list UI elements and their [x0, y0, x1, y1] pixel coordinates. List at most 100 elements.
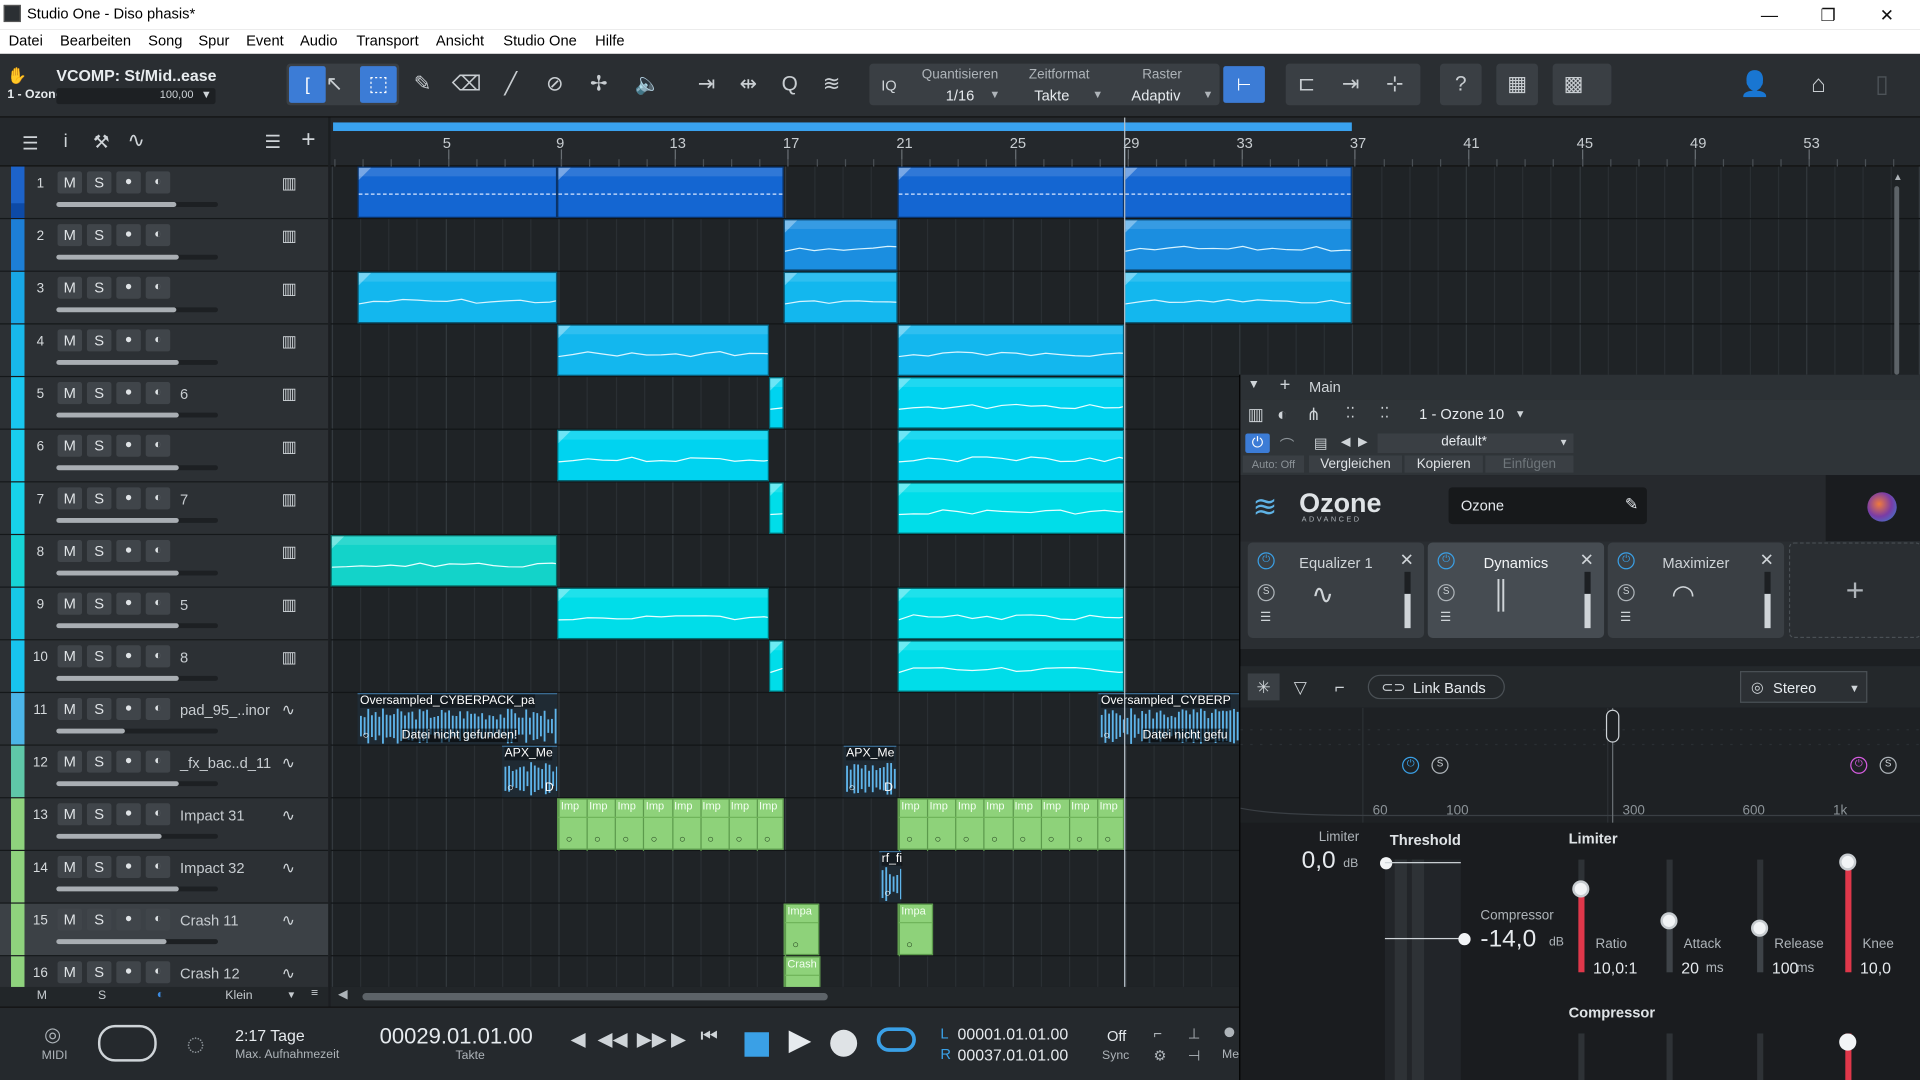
eq-mode-icon[interactable]: ✳ [1247, 673, 1280, 701]
footer-s-button[interactable]: S [98, 989, 106, 1002]
clip-gain-icon[interactable]: ○ [792, 938, 799, 950]
track-name[interactable]: pad_95_..inor [180, 702, 270, 719]
assistant-orb-icon[interactable] [1867, 492, 1897, 522]
crossover-display[interactable]: ⏻ S ⏻ S 60 100 300 600 1k [1240, 707, 1920, 823]
preset-prev-icon[interactable]: ◀ [1341, 436, 1350, 449]
clip-gain-icon[interactable]: ○ [679, 833, 686, 845]
monitor-icon[interactable]: ◐ [145, 487, 171, 510]
mute-button[interactable]: M [57, 961, 83, 984]
sync-state[interactable]: Off [1107, 1027, 1126, 1044]
automation-icon[interactable]: ⌒ [1280, 435, 1295, 456]
instrument-clip[interactable] [768, 482, 784, 534]
insert-select[interactable]: 1 - Ozone 10 [1419, 405, 1504, 422]
record-arm-icon[interactable]: ● [116, 855, 141, 878]
track-row[interactable]: 7 M S ● ◐ 7 ▥ [0, 482, 329, 536]
solo-button[interactable]: S [86, 487, 112, 510]
list-icon[interactable]: ☰ [264, 131, 280, 153]
track-row[interactable]: 9 M S ● ◐ 5 ▥ [0, 587, 329, 641]
paste-button[interactable]: Einfügen [1485, 455, 1574, 473]
metronome-dot-icon[interactable] [1224, 1027, 1235, 1038]
track-name[interactable]: 6 [180, 386, 188, 403]
menu-hilfe[interactable]: Hilfe [595, 32, 624, 49]
track-name[interactable]: Impact 32 [180, 860, 245, 877]
instrument-clip[interactable] [557, 166, 784, 218]
scroll-thumb[interactable] [362, 993, 828, 1001]
module-solo-icon[interactable]: S [1617, 584, 1635, 602]
menu-spur[interactable]: Spur [198, 32, 229, 49]
power-knob-icon[interactable]: ◐ [1277, 404, 1287, 424]
track-name[interactable]: Crash 11 [180, 912, 239, 929]
chevron-down-icon[interactable]: ▼ [201, 88, 212, 100]
track-row[interactable]: 5 M S ● ◐ 6 ▥ [0, 377, 329, 430]
clip-gain-icon[interactable]: ○ [362, 729, 369, 741]
record-arm-icon[interactable]: ● [116, 908, 141, 931]
clip-gain-icon[interactable]: ○ [622, 833, 629, 845]
chevron-down-icon[interactable]: ▼ [287, 989, 297, 1000]
menu-lines-icon[interactable]: ☰ [22, 132, 38, 154]
volume-fader[interactable] [56, 781, 218, 787]
instrument-clip[interactable] [1124, 166, 1352, 218]
record-arm-icon[interactable]: ● [116, 224, 141, 247]
user-icon[interactable]: 👤 [1736, 66, 1773, 103]
clip-gain-icon[interactable]: ○ [934, 833, 941, 845]
vertical-scrollbar[interactable]: ▲ [1891, 171, 1903, 375]
solo-button[interactable]: S [86, 697, 112, 720]
solo-button[interactable]: S [86, 224, 112, 247]
click-icon[interactable]: ⊣ [1188, 1047, 1201, 1064]
eq-shelf-icon[interactable]: ⌐ [1324, 673, 1356, 700]
param-value[interactable]: 10,0 [1860, 959, 1891, 977]
close-icon[interactable]: ✕ [1580, 550, 1594, 571]
play-button[interactable]: ▶ [789, 1022, 812, 1058]
mute-button[interactable]: M [57, 434, 83, 457]
track-size-select[interactable]: Klein [225, 989, 252, 1002]
clip-gain-icon[interactable]: ○ [736, 833, 743, 845]
home-icon[interactable]: ⌂ [1800, 66, 1837, 103]
solo-button[interactable]: S [86, 750, 112, 773]
nudge-right-icon[interactable]: ⇥ [1332, 66, 1369, 103]
param-slider-knob[interactable] [1572, 880, 1590, 898]
menu-audio[interactable]: Audio [300, 32, 338, 49]
monitor-icon[interactable]: ◐ [157, 988, 164, 1001]
track-name[interactable]: Crash 12 [180, 965, 240, 982]
record-arm-icon[interactable]: ● [116, 645, 141, 668]
chevron-down-icon[interactable]: ▼ [1092, 88, 1103, 100]
instrument-clip[interactable] [330, 535, 558, 587]
monitor-icon[interactable]: ◐ [145, 276, 171, 299]
clip-gain-icon[interactable]: ○ [884, 887, 891, 899]
close-icon[interactable]: ✕ [1400, 550, 1414, 571]
mute-button[interactable]: M [57, 803, 83, 826]
volume-fader[interactable] [56, 360, 218, 365]
mute-button[interactable]: M [57, 171, 83, 194]
volume-fader[interactable] [56, 833, 218, 839]
wrench-icon[interactable]: ⚒ [93, 131, 109, 153]
film-icon[interactable]: ▦ [1499, 66, 1536, 103]
page-icon[interactable]: ▯ [1864, 66, 1901, 103]
scroll-left-icon[interactable]: ◀ [338, 988, 347, 1001]
band2-power-icon[interactable]: ⏻ [1850, 756, 1868, 774]
track-row[interactable]: 11 M S ● ◐ pad_95_..inor ∿ [0, 693, 329, 746]
track-row[interactable]: 2 M S ● ◐ ▥ [0, 219, 329, 272]
crossover-handle[interactable] [1605, 709, 1620, 743]
solo-button[interactable]: S [86, 540, 112, 563]
clip-gain-icon[interactable]: ○ [906, 938, 913, 950]
add-module-button[interactable]: + [1788, 542, 1920, 638]
record-arm-icon[interactable]: ● [116, 540, 141, 563]
listen-tool-icon[interactable]: 🔈 [629, 66, 666, 103]
chevron-down-icon[interactable]: ▼ [1515, 408, 1526, 420]
track-row[interactable]: 13 M S ● ◐ Impact 31 ∿ [0, 798, 329, 852]
volume-fader[interactable] [56, 254, 218, 260]
help-button[interactable]: ? [1442, 66, 1479, 103]
loop-start[interactable]: 00001.01.01.00 [958, 1025, 1069, 1043]
record-arm-icon[interactable]: ● [116, 171, 141, 194]
clip-gain-icon[interactable]: ○ [1076, 833, 1083, 845]
monitor-icon[interactable]: ◐ [145, 908, 171, 931]
monitor-icon[interactable]: ◐ [145, 961, 171, 984]
impact-clip[interactable]: Crash○ [783, 956, 821, 987]
instrument-clip[interactable] [897, 377, 1125, 429]
minimize-button[interactable]: — [1741, 0, 1797, 29]
audio-clip[interactable]: rf_fi ○ [879, 851, 903, 903]
param-slider-knob[interactable] [1751, 919, 1769, 937]
param-slider-track[interactable] [1845, 859, 1852, 973]
track-name[interactable]: 5 [180, 596, 188, 613]
menu-datei[interactable]: Datei [9, 32, 43, 49]
